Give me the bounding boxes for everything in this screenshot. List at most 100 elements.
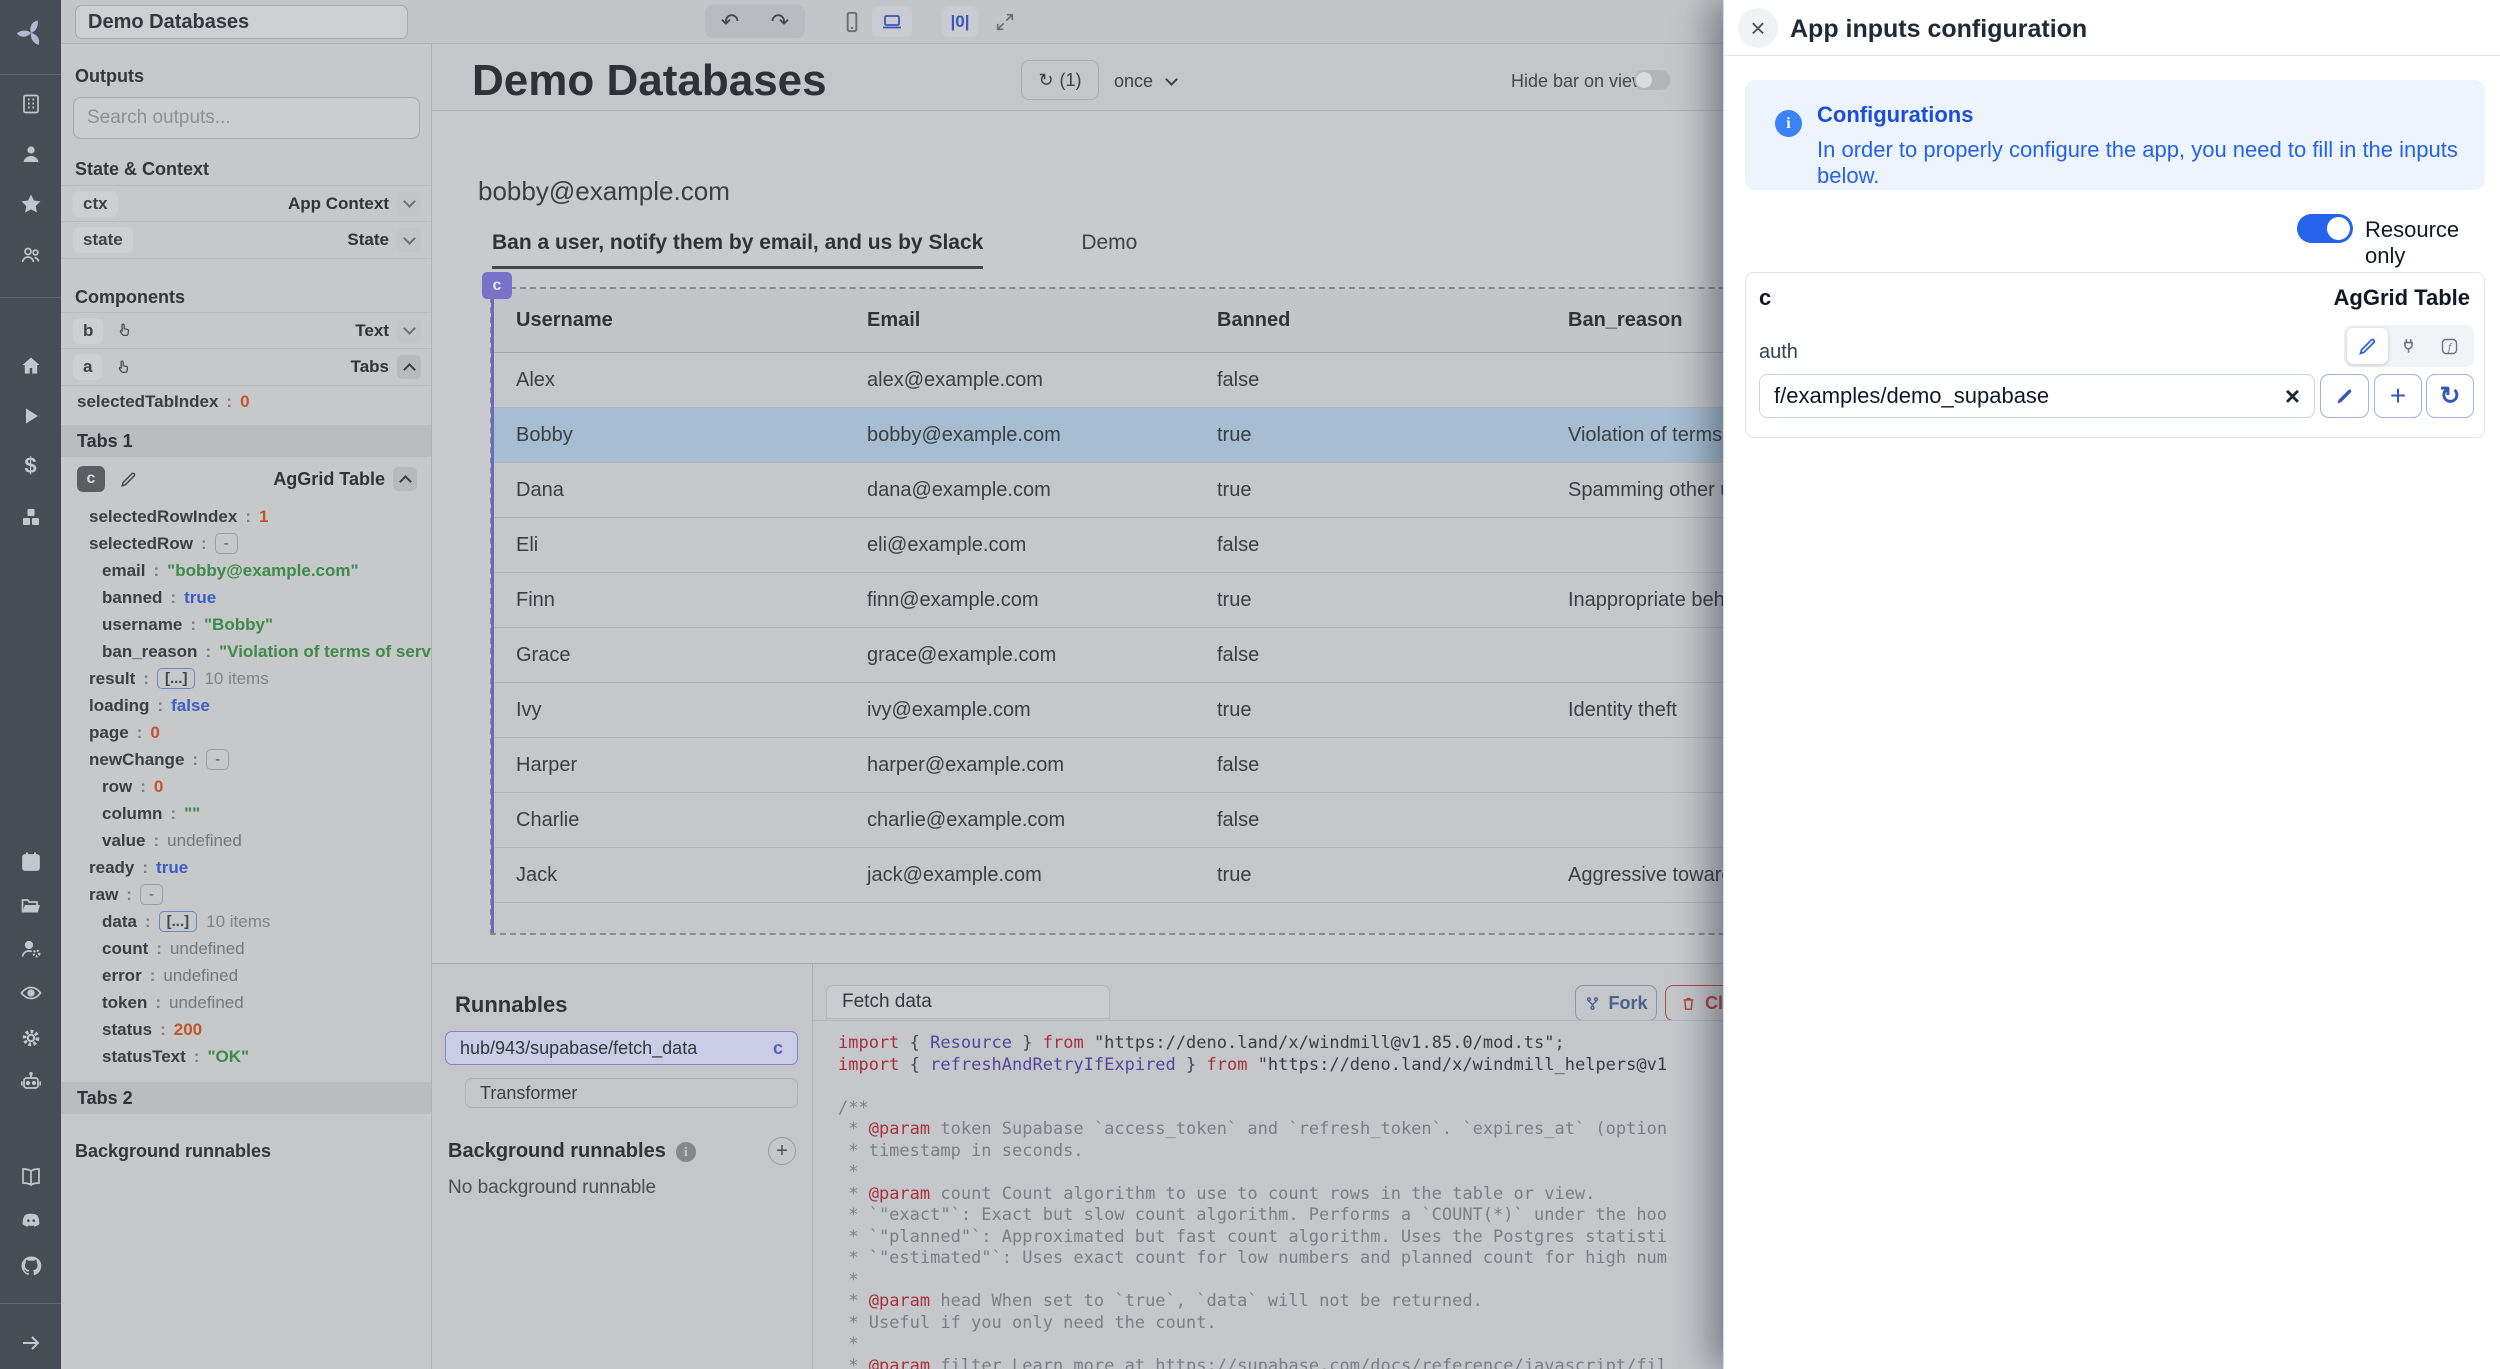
connect-plug-icon[interactable] — [2388, 328, 2429, 364]
gear-icon[interactable] — [17, 1024, 45, 1052]
runnable-item-selected[interactable]: hub/943/supabase/fetch_data c — [445, 1031, 798, 1065]
user-gear-icon[interactable] — [17, 935, 45, 963]
tree-row[interactable]: banned:true — [61, 584, 431, 611]
discord-icon[interactable] — [17, 1207, 45, 1235]
grid-component-row[interactable]: c AgGrid Table — [61, 460, 431, 498]
script-tab-fetch-data[interactable]: Fetch data — [826, 985, 1110, 1019]
play-icon[interactable] — [17, 402, 45, 430]
column-header[interactable]: Username — [492, 289, 843, 352]
auth-resource-input[interactable]: f/examples/demo_supabase × — [1759, 374, 2315, 418]
tree-key: banned — [102, 588, 162, 608]
tree-row[interactable]: count:undefined — [61, 935, 431, 962]
star-icon[interactable] — [17, 190, 45, 218]
function-icon[interactable]: f — [2429, 328, 2470, 364]
tree-row[interactable]: column:"" — [61, 800, 431, 827]
tree-row[interactable]: page:0 — [61, 719, 431, 746]
refresh-button[interactable]: ↻ (1) — [1021, 60, 1099, 100]
chevron-up-icon[interactable] — [397, 355, 421, 379]
hide-bar-toggle[interactable] — [1634, 70, 1670, 90]
cubes-icon[interactable] — [17, 503, 45, 531]
robot-icon[interactable] — [17, 1068, 45, 1096]
output-row-ctx[interactable]: ctxApp Context — [61, 185, 431, 222]
tree-row[interactable]: data:[...]10 items — [61, 908, 431, 935]
tree-value: "Violation of terms of service" — [219, 642, 432, 662]
table-cell: charlie@example.com — [843, 793, 1193, 847]
chevron-down-icon[interactable] — [397, 319, 421, 343]
tree-row[interactable]: ban_reason:"Violation of terms of servic… — [61, 638, 431, 665]
tree-row[interactable]: value:undefined — [61, 827, 431, 854]
tabs2-section-header[interactable]: Tabs 2 — [61, 1082, 431, 1114]
refresh-resource-button[interactable]: ↻ — [2426, 374, 2474, 418]
sidebar-divider — [0, 297, 61, 298]
book-icon[interactable] — [17, 1163, 45, 1191]
edit-resource-button[interactable] — [2320, 374, 2369, 418]
tree-row[interactable]: row:0 — [61, 773, 431, 800]
output-key: a — [73, 354, 102, 380]
arrow-right-icon[interactable] — [17, 1329, 45, 1357]
tree-row[interactable]: selectedRowIndex:1 — [61, 503, 431, 530]
tree-row[interactable]: email:"bobby@example.com" — [61, 557, 431, 584]
component-row-b[interactable]: bText — [61, 312, 431, 349]
search-outputs-input[interactable] — [73, 97, 420, 139]
github-icon[interactable] — [17, 1252, 45, 1280]
redo-icon[interactable]: ↷ — [755, 5, 805, 38]
table-cell: Grace — [492, 628, 843, 682]
background-runnables-heading: Background runnables i — [448, 1140, 696, 1163]
resource-only-toggle[interactable] — [2297, 214, 2353, 243]
tree-key: username — [102, 615, 182, 635]
fork-button[interactable]: Fork — [1575, 985, 1657, 1021]
tree-row[interactable]: statusText:"OK" — [61, 1043, 431, 1070]
column-header[interactable]: Banned — [1193, 289, 1544, 352]
refresh-mode-dropdown[interactable]: once — [1114, 71, 1176, 92]
folder-icon[interactable] — [17, 892, 45, 920]
static-edit-icon[interactable] — [2347, 328, 2388, 364]
tree-row[interactable]: newChange:- — [61, 746, 431, 773]
chevron-down-icon[interactable] — [397, 192, 421, 216]
tree-row[interactable]: ready:true — [61, 854, 431, 881]
collapsed-array-chip[interactable]: [...] — [157, 668, 196, 689]
component-id-badge[interactable]: c — [482, 272, 512, 299]
close-icon[interactable]: × — [1738, 8, 1778, 48]
undo-icon[interactable]: ↶ — [705, 5, 755, 38]
tree-row[interactable]: raw:- — [61, 881, 431, 908]
collapsed-object-chip[interactable]: - — [215, 533, 238, 554]
tab-demo[interactable]: Demo — [1081, 231, 1137, 269]
tree-row[interactable]: status:200 — [61, 1016, 431, 1043]
building-icon[interactable] — [17, 90, 45, 118]
sidebar-divider — [0, 1303, 61, 1304]
home-icon[interactable] — [17, 352, 45, 380]
mobile-preview-icon[interactable] — [839, 6, 865, 37]
center-align-icon[interactable]: |0| — [942, 6, 978, 37]
collapsed-object-chip[interactable]: - — [140, 884, 163, 905]
tree-row[interactable]: loading:false — [61, 692, 431, 719]
chevron-down-icon[interactable] — [397, 228, 421, 252]
output-row-state[interactable]: stateState — [61, 222, 431, 259]
runnable-item-transformer[interactable]: Transformer — [465, 1078, 798, 1108]
desktop-preview-icon[interactable] — [872, 6, 912, 37]
collapsed-object-chip[interactable]: - — [206, 749, 229, 770]
add-resource-button[interactable]: + — [2374, 374, 2422, 418]
tree-row[interactable]: error:undefined — [61, 962, 431, 989]
chevron-up-icon[interactable] — [393, 467, 417, 491]
person-icon[interactable] — [17, 140, 45, 168]
users-icon[interactable] — [17, 241, 45, 269]
calendar-icon[interactable] — [17, 848, 45, 876]
tree-row[interactable]: username:"Bobby" — [61, 611, 431, 638]
component-row-a[interactable]: aTabs — [61, 349, 431, 386]
tab-ban-user[interactable]: Ban a user, notify them by email, and us… — [492, 231, 983, 269]
tree-row[interactable]: result:[...]10 items — [61, 665, 431, 692]
add-background-runnable-button[interactable]: + — [768, 1137, 796, 1165]
app-name-input[interactable] — [75, 5, 408, 39]
dollar-icon[interactable]: $ — [17, 452, 45, 480]
edit-pencil-icon[interactable] — [119, 470, 138, 489]
column-header[interactable]: Email — [843, 289, 1193, 352]
eye-icon[interactable] — [17, 979, 45, 1007]
runnable-path: hub/943/supabase/fetch_data — [460, 1038, 697, 1059]
tabs1-section-header[interactable]: Tabs 1 — [61, 425, 431, 457]
collapsed-array-chip[interactable]: [...] — [159, 911, 198, 932]
clear-x-icon[interactable]: × — [2285, 383, 2300, 409]
tree-row[interactable]: selectedRow:- — [61, 530, 431, 557]
refresh-mode-value: once — [1114, 71, 1153, 92]
fullscreen-icon[interactable] — [991, 6, 1019, 37]
tree-row[interactable]: token:undefined — [61, 989, 431, 1016]
